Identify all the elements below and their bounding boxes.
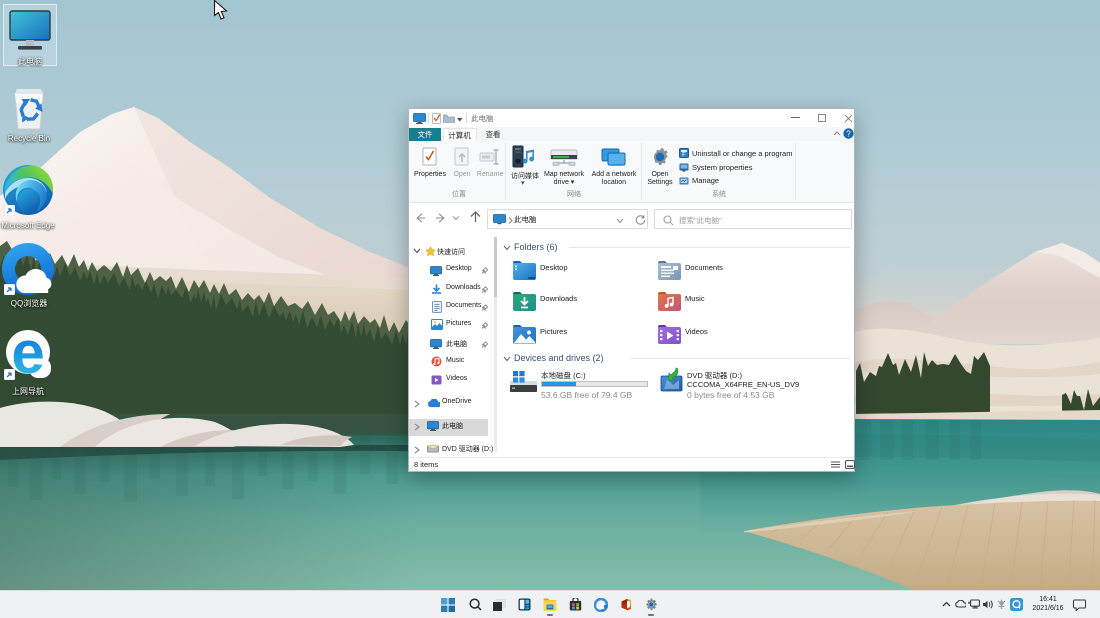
svg-text:?: ? — [846, 129, 851, 138]
svg-text:F: F — [682, 153, 686, 158]
svg-text:e: e — [11, 328, 44, 382]
